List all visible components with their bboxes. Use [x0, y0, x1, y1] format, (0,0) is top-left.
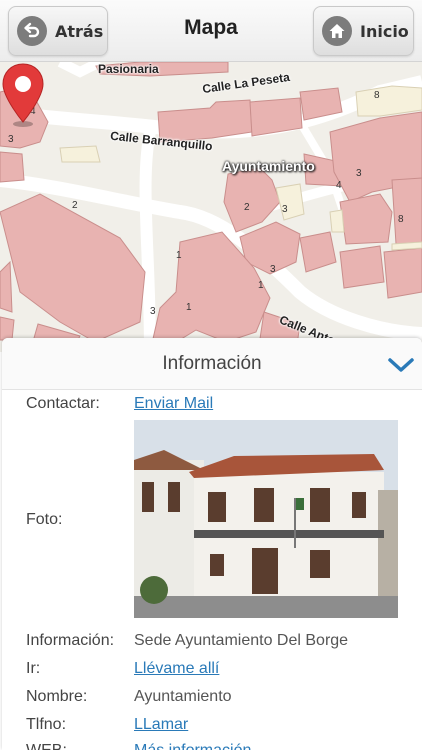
svg-text:1: 1	[176, 250, 182, 261]
location-pin-icon[interactable]	[0, 62, 46, 128]
svg-text:3: 3	[356, 168, 362, 179]
place-label-ayuntamiento: Ayuntamiento	[222, 158, 315, 174]
map-view[interactable]: 4 3 8 3 2 4 3 2 1 1 3 1 3 8 Pasionaria C…	[0, 62, 422, 352]
map-tiles: 4 3 8 3 2 4 3 2 1 1 3 1 3 8	[0, 62, 422, 352]
svg-text:3: 3	[282, 204, 288, 215]
svg-text:8: 8	[398, 214, 404, 225]
information-label: Información:	[26, 632, 115, 649]
send-mail-link[interactable]: Enviar Mail	[134, 395, 213, 413]
contact-label: Contactar:	[26, 395, 100, 412]
name-value: Ayuntamiento	[134, 688, 232, 705]
top-bar: Atrás Mapa Inicio	[0, 0, 422, 62]
phone-label: Tlfno:	[26, 716, 67, 733]
svg-text:1: 1	[186, 302, 192, 313]
photo-label: Foto:	[26, 511, 63, 528]
town-hall-photo	[134, 420, 398, 618]
info-panel-header[interactable]: Información	[2, 338, 422, 390]
home-icon	[322, 16, 352, 46]
name-label: Nombre:	[26, 688, 88, 705]
svg-text:3: 3	[8, 134, 14, 145]
chevron-down-icon[interactable]	[386, 352, 416, 376]
svg-text:8: 8	[374, 90, 380, 101]
svg-text:2: 2	[72, 200, 78, 211]
web-label: WEB:	[26, 742, 67, 750]
information-value: Sede Ayuntamiento Del Borge	[134, 632, 349, 649]
svg-text:1: 1	[258, 280, 264, 291]
svg-text:2: 2	[244, 202, 250, 213]
svg-text:4: 4	[336, 180, 342, 191]
home-button-label: Inicio	[360, 21, 409, 41]
home-button[interactable]: Inicio	[313, 6, 414, 56]
info-panel: Información Contactar: Enviar Mail Foto:	[2, 338, 422, 750]
info-panel-title: Información	[162, 352, 262, 374]
street-label-pasionaria: Pasionaria	[98, 62, 159, 76]
svg-text:3: 3	[150, 306, 156, 317]
svg-text:3: 3	[270, 264, 276, 275]
go-label: Ir:	[26, 660, 41, 677]
take-me-there-link[interactable]: Llévame allí	[134, 660, 219, 678]
call-link[interactable]: LLamar	[134, 716, 188, 734]
more-info-link[interactable]: Más información	[134, 742, 251, 750]
